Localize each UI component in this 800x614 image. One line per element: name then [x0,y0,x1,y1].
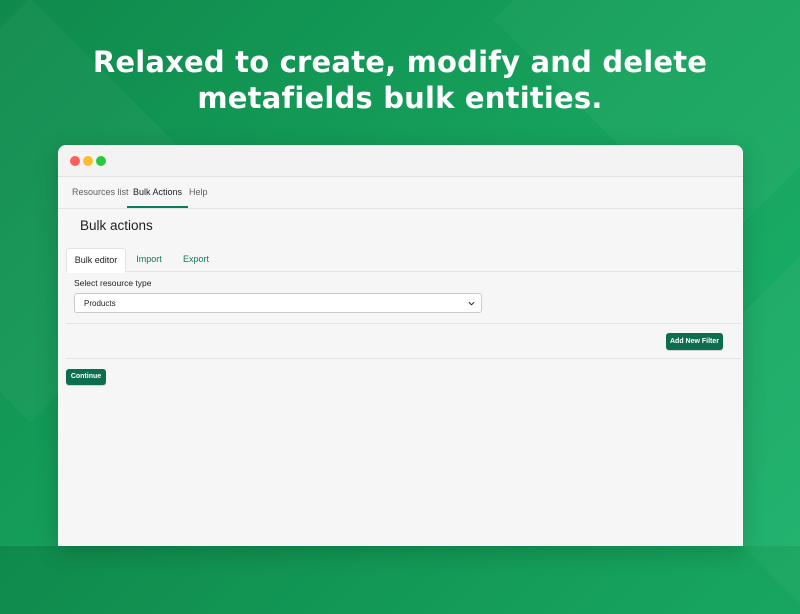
nav-item-resources-list[interactable]: Resources list [72,177,129,208]
tab-bulk-editor[interactable]: Bulk editor [66,248,126,273]
app-window: Resources list Bulk Actions Help Bulk ac… [58,145,743,546]
window-titlebar [58,145,743,177]
page-title: Bulk actions [80,218,153,233]
tab-export[interactable]: Export [174,248,218,271]
nav-item-help[interactable]: Help [189,177,208,208]
top-navigation: Resources list Bulk Actions Help [58,177,743,209]
nav-item-bulk-actions[interactable]: Bulk Actions [127,177,189,208]
tab-import[interactable]: Import [128,248,170,271]
resource-type-label: Select resource type [74,278,152,288]
continue-button[interactable]: Continue [66,369,106,385]
add-new-filter-button[interactable]: Add New Filter [666,333,723,350]
resource-type-value: Products [84,299,116,308]
headline-line-1: Relaxed to create, modify and delete [92,45,708,79]
divider [66,323,741,324]
minimize-window-dot[interactable] [83,156,93,166]
divider [66,358,741,359]
chevron-down-icon [468,301,475,306]
headline: Relaxed to create, modify and delete met… [0,44,800,116]
resource-type-select[interactable]: Products [74,293,482,313]
tab-bar: Bulk editor Import Export [66,248,741,273]
headline-line-2: metafields bulk entities. [197,81,603,115]
maximize-window-dot[interactable] [96,156,106,166]
close-window-dot[interactable] [70,156,80,166]
